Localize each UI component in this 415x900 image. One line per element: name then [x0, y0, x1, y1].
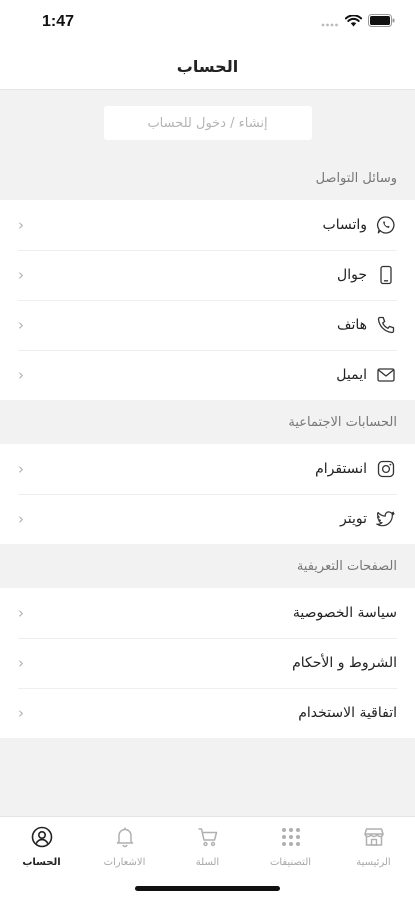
row-whatsapp[interactable]: واتساب ‹	[0, 200, 415, 250]
tab-label: السلة	[195, 856, 220, 868]
tabs: الحساب الاشعارات السلة التصنيفات الرئيسي…	[0, 817, 415, 875]
cart-icon	[196, 825, 220, 853]
row-privacy-policy[interactable]: سياسة الخصوصية ‹	[0, 588, 415, 638]
row-label: اتفاقية الاستخدام	[298, 705, 397, 721]
phone-icon	[375, 314, 397, 336]
tab-label: الحساب	[22, 856, 61, 868]
tab-label: الاشعارات	[103, 856, 146, 868]
chevron-left-icon: ‹	[18, 654, 24, 672]
tab-label: التصنيفات	[269, 856, 312, 868]
row-instagram[interactable]: انستقرام ‹	[0, 444, 415, 494]
row-mobile[interactable]: جوال ‹	[0, 250, 415, 300]
row-label: سياسة الخصوصية	[292, 605, 397, 621]
signal-icon	[321, 15, 339, 27]
section-header-contact: وسائل التواصل	[315, 170, 397, 186]
whatsapp-icon	[375, 214, 397, 236]
section-header-pages: الصفحات التعريفية	[296, 558, 397, 574]
status-icons	[321, 14, 395, 27]
social-group: انستقرام ‹ تويتر ‹	[0, 444, 415, 544]
tab-cart[interactable]: السلة	[166, 817, 249, 875]
chevron-left-icon: ‹	[18, 604, 24, 622]
account-content: إنشاء / دخول للحساب وسائل التواصل واتساب…	[0, 90, 415, 802]
chevron-left-icon: ‹	[18, 704, 24, 722]
contact-group: واتساب ‹ جوال ‹ هاتف ‹ ايميل ‹	[0, 200, 415, 400]
bell-icon	[113, 825, 137, 853]
row-label: تويتر	[340, 511, 367, 527]
tab-account[interactable]: الحساب	[0, 817, 83, 875]
status-bar: 1:47	[0, 0, 415, 44]
chevron-left-icon: ‹	[18, 316, 24, 334]
store-icon	[362, 825, 386, 853]
section-header-social: الحسابات الاجتماعية	[288, 414, 397, 430]
mobile-icon	[375, 264, 397, 286]
page-title: الحساب	[176, 57, 239, 76]
row-usage-agreement[interactable]: اتفاقية الاستخدام ‹	[0, 688, 415, 738]
tab-categories[interactable]: التصنيفات	[249, 817, 332, 875]
row-label: جوال	[337, 267, 367, 283]
tab-home[interactable]: الرئيسية	[332, 817, 415, 875]
chevron-left-icon: ‹	[18, 366, 24, 384]
battery-icon	[368, 14, 395, 27]
row-twitter[interactable]: تويتر ‹	[0, 494, 415, 544]
home-indicator	[135, 886, 280, 891]
chevron-left-icon: ‹	[18, 266, 24, 284]
chevron-left-icon: ‹	[18, 510, 24, 528]
email-icon	[375, 364, 397, 386]
pages-group: سياسة الخصوصية ‹ الشروط و الأحكام ‹ اتفا…	[0, 588, 415, 738]
instagram-icon	[375, 458, 397, 480]
tab-notifications[interactable]: الاشعارات	[83, 817, 166, 875]
nav-bar: الحساب	[0, 44, 415, 90]
wifi-icon	[345, 14, 362, 27]
tab-label: الرئيسية	[356, 856, 391, 868]
tab-bar: الحساب الاشعارات السلة التصنيفات الرئيسي…	[0, 816, 415, 900]
row-label: واتساب	[322, 217, 367, 233]
chevron-left-icon: ‹	[18, 460, 24, 478]
row-terms[interactable]: الشروط و الأحكام ‹	[0, 638, 415, 688]
chevron-left-icon: ‹	[18, 216, 24, 234]
login-area: إنشاء / دخول للحساب	[0, 90, 415, 156]
twitter-icon	[375, 508, 397, 530]
grid-icon	[279, 825, 303, 853]
row-label: انستقرام	[315, 461, 367, 477]
status-time: 1:47	[42, 13, 75, 30]
login-signup-button[interactable]: إنشاء / دخول للحساب	[103, 106, 312, 140]
row-label: هاتف	[336, 317, 367, 333]
row-label: الشروط و الأحكام	[292, 655, 397, 671]
account-icon	[30, 825, 54, 853]
row-label: ايميل	[336, 367, 367, 383]
row-phone[interactable]: هاتف ‹	[0, 300, 415, 350]
row-email[interactable]: ايميل ‹	[0, 350, 415, 400]
